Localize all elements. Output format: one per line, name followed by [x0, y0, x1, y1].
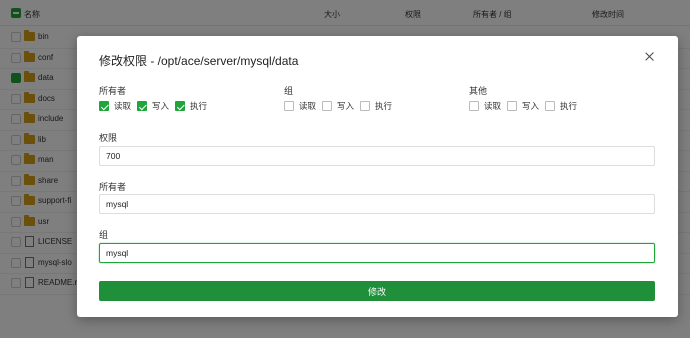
dialog-title: 修改权限 - /opt/ace/server/mysql/data	[99, 54, 299, 68]
group-label: 组	[99, 230, 109, 240]
group-input[interactable]	[99, 243, 655, 263]
owner-permissions: 所有者 读取 写入 执行	[99, 84, 207, 111]
other-permissions-title: 其他	[469, 86, 488, 96]
group-permissions-title: 组	[284, 86, 294, 96]
close-icon[interactable]	[644, 51, 656, 63]
other-write-checkbox[interactable]: 写入	[507, 100, 539, 112]
group-exec-checkbox[interactable]: 执行	[360, 100, 392, 112]
group-read-checkbox[interactable]: 读取	[284, 100, 316, 112]
group-write-checkbox[interactable]: 写入	[322, 100, 354, 112]
other-read-checkbox[interactable]: 读取	[469, 100, 501, 112]
other-exec-checkbox[interactable]: 执行	[545, 100, 577, 112]
owner-exec-checkbox[interactable]: 执行	[175, 100, 207, 112]
permission-dialog: 修改权限 - /opt/ace/server/mysql/data 所有者 读取…	[77, 36, 678, 317]
group-permissions: 组 读取 写入 执行	[284, 84, 392, 111]
owner-permissions-title: 所有者	[99, 86, 127, 96]
permission-input[interactable]	[99, 146, 655, 166]
owner-read-checkbox[interactable]: 读取	[99, 100, 131, 112]
owner-label: 所有者	[99, 182, 127, 192]
owner-write-checkbox[interactable]: 写入	[137, 100, 169, 112]
submit-button[interactable]: 修改	[99, 281, 655, 301]
owner-input[interactable]	[99, 194, 655, 214]
other-permissions: 其他 读取 写入 执行	[469, 84, 577, 111]
permission-label: 权限	[99, 133, 118, 143]
